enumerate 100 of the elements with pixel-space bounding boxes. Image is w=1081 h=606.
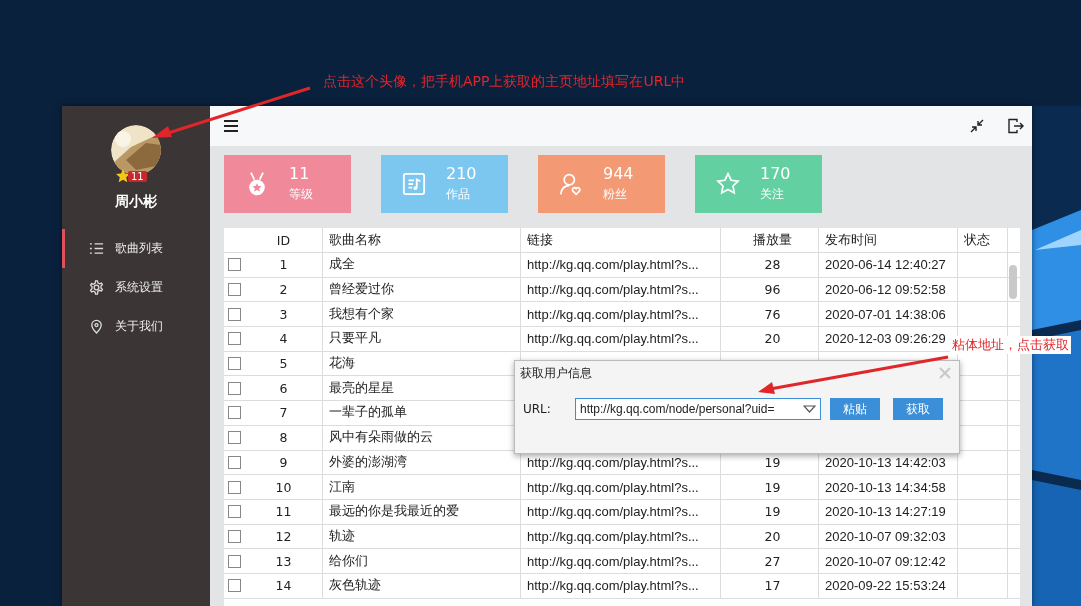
link-cell: http://kg.qq.com/play.html?s... (527, 528, 699, 544)
menu-icon[interactable] (222, 117, 240, 135)
star-icon (716, 171, 740, 197)
list-icon (89, 241, 104, 256)
song-name-cell: 给你们 (322, 549, 520, 573)
time-cell: 2020-10-07 09:12:42 (825, 553, 946, 569)
stat-value: 944 (603, 164, 634, 184)
stat-label: 粉丝 (603, 186, 628, 203)
annotation-text: 粘体地址，点击获取 (950, 336, 1071, 354)
level-badge: 11 (128, 170, 147, 182)
time-cell: 2020-10-13 14:34:58 (825, 479, 946, 495)
id-cell-text: 1 (278, 256, 289, 275)
id-cell-text: 11 (274, 503, 293, 522)
checkbox[interactable] (228, 431, 241, 445)
time-cell: 2020-10-13 14:42:03 (825, 454, 946, 470)
shrink-icon[interactable] (968, 117, 986, 135)
link-cell: http://kg.qq.com/play.html?s... (527, 331, 699, 347)
time-cell: 2020-10-07 09:32:03 (825, 528, 946, 544)
song-name-cell: 我想有个家 (322, 302, 520, 327)
song-name-cell: 成全 (322, 253, 520, 277)
play-count-cell: 19 (764, 479, 781, 495)
music-icon (402, 171, 426, 197)
checkbox[interactable] (228, 579, 241, 593)
play-count-cell: 27 (764, 553, 781, 569)
checkbox[interactable] (228, 357, 241, 371)
scrollbar-thumb[interactable] (1009, 265, 1017, 299)
checkbox[interactable] (228, 505, 241, 519)
url-label: URL: (523, 402, 552, 416)
sidebar-item[interactable]: 关于我们 (62, 307, 210, 346)
column-header[interactable]: 状态 (957, 228, 1007, 252)
link-cell: http://kg.qq.com/play.html?s... (527, 479, 699, 495)
checkbox[interactable] (228, 554, 241, 568)
stat-label: 关注 (760, 186, 785, 203)
url-combo-field[interactable]: http://kg.qq.com/node/personal?uid= (575, 398, 821, 420)
play-count-cell: 19 (764, 504, 781, 520)
column-header[interactable]: 歌曲名称 (322, 228, 520, 252)
stat-value: 170 (760, 164, 791, 184)
checkbox[interactable] (228, 529, 241, 543)
song-name-cell: 只要平凡 (322, 327, 520, 351)
stat-value: 11 (289, 164, 311, 184)
song-name-cell: 轨迹 (322, 524, 520, 549)
id-cell-text: 8 (278, 429, 289, 448)
play-count-cell: 17 (764, 578, 781, 594)
checkbox[interactable] (228, 381, 241, 395)
link-cell: http://kg.qq.com/play.html?s... (527, 578, 699, 594)
settings-icon (89, 280, 104, 295)
user-name: 周小彬 (115, 193, 157, 211)
checkbox[interactable] (228, 406, 241, 420)
id-cell-text: 13 (274, 552, 293, 571)
id-cell-text: 12 (274, 527, 293, 546)
time-cell: 2020-12-03 09:26:29 (825, 331, 946, 347)
location-pin-icon (89, 319, 104, 334)
column-header[interactable]: ID (245, 228, 322, 252)
play-count-cell: 19 (764, 454, 781, 470)
id-cell-text: 5 (278, 355, 289, 374)
id-cell-text: 10 (274, 478, 293, 497)
link-cell: http://kg.qq.com/play.html?s... (527, 306, 699, 322)
annotation-text: 点击这个头像，把手机APP上获取的主页地址填写在URL中 (323, 73, 686, 91)
stat-value: 210 (446, 164, 477, 184)
song-name-cell: 曾经爱过你 (322, 277, 520, 302)
song-name-cell: 最远的你是我最近的爱 (322, 499, 520, 524)
dialog-title: 获取用户信息 (520, 365, 592, 382)
time-cell: 2020-10-13 14:27:19 (825, 504, 946, 520)
column-header[interactable]: 链接 (520, 228, 720, 252)
checkbox[interactable] (228, 283, 241, 297)
play-count-cell: 28 (764, 257, 781, 273)
sidebar-item[interactable]: 歌曲列表 (62, 229, 210, 268)
id-cell-text: 6 (278, 379, 289, 398)
id-cell-text: 3 (278, 305, 289, 324)
time-cell: 2020-07-01 14:38:06 (825, 306, 946, 322)
time-cell: 2020-06-12 09:52:58 (825, 282, 946, 298)
id-cell-text: 2 (278, 281, 289, 300)
logout-icon[interactable] (1006, 117, 1024, 135)
link-cell: http://kg.qq.com/play.html?s... (527, 257, 699, 273)
column-header[interactable]: 发布时间 (818, 228, 957, 252)
link-cell: http://kg.qq.com/play.html?s... (527, 504, 699, 520)
sidebar-item[interactable]: 系统设置 (62, 268, 210, 307)
checkbox[interactable] (228, 258, 241, 272)
column-header[interactable]: 播放量 (720, 228, 818, 252)
id-cell-text: 14 (274, 577, 293, 596)
checkbox[interactable] (228, 455, 241, 469)
play-count-cell: 96 (764, 282, 781, 298)
star-icon (116, 169, 130, 183)
play-count-cell: 20 (764, 528, 781, 544)
id-cell-text: 9 (278, 453, 289, 472)
checkbox[interactable] (228, 332, 241, 346)
play-count-cell: 76 (764, 306, 781, 322)
checkbox[interactable] (228, 480, 241, 494)
id-cell-text: 7 (278, 404, 289, 423)
stat-label: 等级 (289, 186, 313, 203)
user-heart-icon (559, 171, 583, 197)
checkbox[interactable] (228, 307, 241, 321)
time-cell: 2020-06-14 12:40:27 (825, 257, 946, 273)
song-name-cell: 江南 (322, 475, 520, 499)
song-name-cell: 灰色轨迹 (322, 573, 520, 598)
link-cell: http://kg.qq.com/play.html?s... (527, 553, 699, 569)
id-cell-text: 4 (278, 330, 289, 349)
stat-label: 作品 (446, 186, 471, 203)
link-cell: http://kg.qq.com/play.html?s... (527, 282, 699, 298)
caret-icon[interactable] (803, 405, 816, 413)
